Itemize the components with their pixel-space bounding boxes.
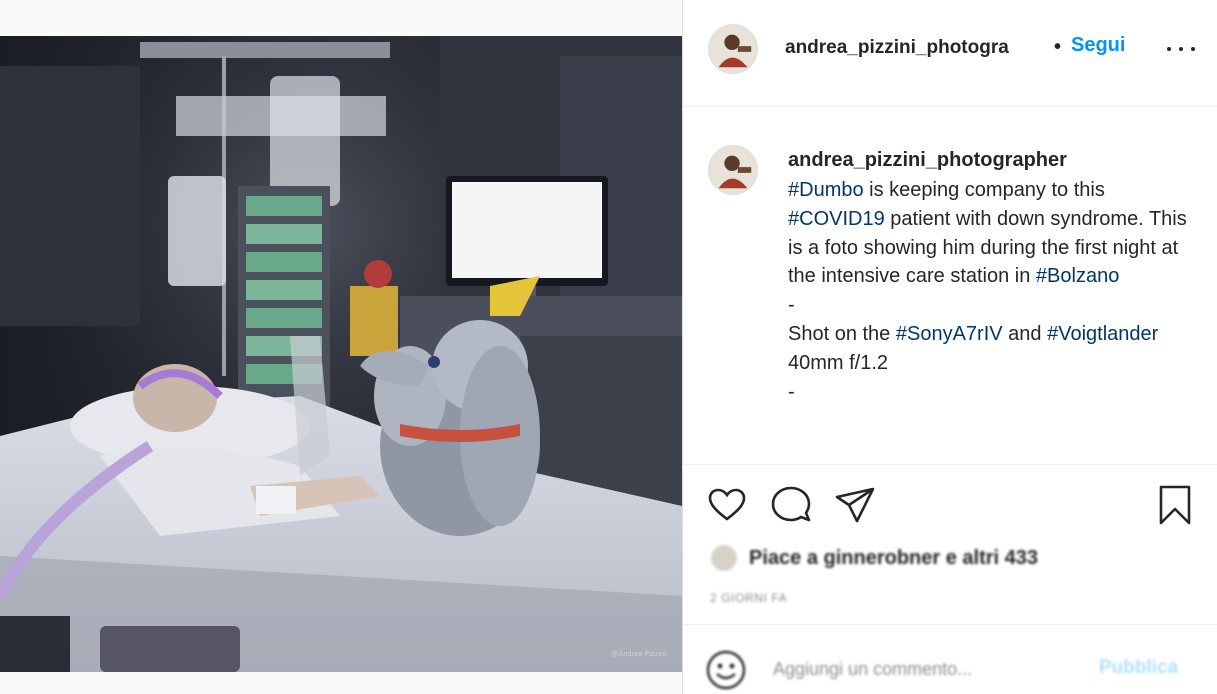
more-horizontal-icon: [1167, 47, 1171, 51]
photo-panel: @Andrea Pizzini: [0, 0, 682, 694]
likes-text: Piace a ginnerobner e altri 433: [749, 546, 1039, 569]
comment-button[interactable]: [769, 483, 813, 527]
more-dot: [1179, 47, 1183, 51]
likes-summary[interactable]: Piace a ginnerobner e altri 433: [711, 543, 1038, 573]
liker-avatar: [711, 545, 737, 571]
caption-segment: 40mm f/1.2: [788, 351, 889, 374]
add-comment-bar: Pubblica: [683, 624, 1217, 694]
caption-segment: is keeping company to this: [863, 179, 1105, 201]
caption-segment: and: [1002, 322, 1048, 345]
heart-icon: [708, 488, 746, 521]
more-options-button[interactable]: [1163, 30, 1199, 66]
header-username-link[interactable]: andrea_pizzini_photogra: [785, 37, 1050, 59]
hashtag-bolzano[interactable]: #Bolzano: [1036, 265, 1119, 287]
caption-author-avatar[interactable]: [708, 145, 758, 195]
share-icon: [835, 487, 875, 523]
comment-icon: [771, 486, 811, 522]
author-avatar[interactable]: [708, 24, 758, 74]
post-side-panel: andrea_pizzini_photogra • Segui andrea_p…: [683, 0, 1217, 694]
bookmark-icon: [1159, 485, 1191, 525]
comment-input[interactable]: [773, 655, 1073, 683]
hashtag-dumbo[interactable]: #Dumbo: [788, 179, 864, 201]
hashtag-voigtlander[interactable]: #Voigtlander: [1047, 323, 1158, 345]
caption-segment: -: [788, 294, 795, 317]
emoji-icon: [706, 650, 746, 690]
follow-button[interactable]: Segui: [1071, 34, 1125, 57]
post-actions: Piace a ginnerobner e altri 433 2 GIORNI…: [683, 464, 1217, 624]
emoji-button[interactable]: [705, 649, 747, 691]
post-timestamp[interactable]: 2 GIORNI FA: [710, 591, 787, 605]
caption-segment: -: [788, 380, 795, 403]
caption-username-link[interactable]: andrea_pizzini_photographer: [788, 149, 1067, 172]
post-photo[interactable]: @Andrea Pizzini: [0, 36, 682, 672]
hashtag-covid19[interactable]: #COVID19: [788, 208, 885, 230]
post-header: andrea_pizzini_photogra • Segui: [683, 0, 1217, 107]
caption-segment: Shot on the: [788, 322, 896, 345]
post-caption: andrea_pizzini_photographer #Dumbo is ke…: [683, 108, 1217, 464]
publish-button[interactable]: Pubblica: [1099, 657, 1178, 679]
save-button[interactable]: [1153, 483, 1197, 527]
photo-credit: @Andrea Pizzini: [611, 651, 666, 658]
like-button[interactable]: [705, 483, 749, 527]
caption-text: #Dumbo is keeping company to this #COVID…: [788, 176, 1198, 406]
header-separator: •: [1054, 36, 1062, 58]
icu-photo-illustration: [0, 36, 682, 672]
share-button[interactable]: [833, 483, 877, 527]
hashtag-sonya7riv[interactable]: #SonyA7rIV: [896, 323, 1003, 345]
more-dot: [1191, 47, 1195, 51]
